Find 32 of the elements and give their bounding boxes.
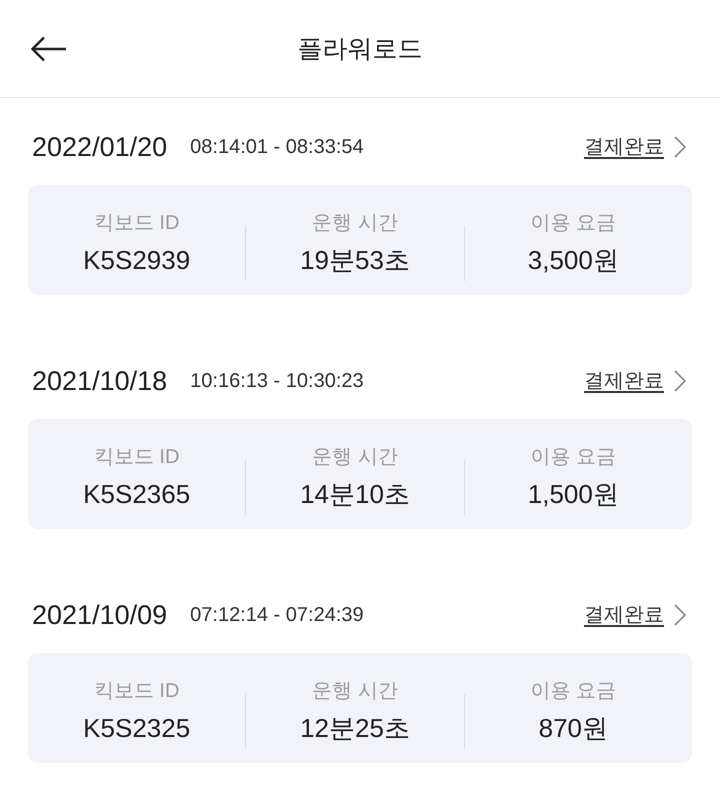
field-value: 870원: [538, 712, 608, 745]
page-title: 플라워로드: [298, 34, 422, 64]
field-label: 킥보드 ID: [94, 445, 180, 470]
field-value: 1,500원: [528, 478, 619, 511]
field-label: 이용 요금: [530, 679, 616, 704]
ride-date: 2021/10/18: [32, 365, 168, 398]
field-label: 이용 요금: [530, 211, 616, 236]
payment-status-link[interactable]: 결제완료: [584, 367, 686, 395]
field-value: 12분25초: [300, 712, 410, 745]
chevron-right-icon: [674, 370, 686, 392]
field-label: 운행 시간: [312, 211, 398, 236]
field-label: 운행 시간: [312, 445, 398, 470]
field-label: 운행 시간: [312, 679, 398, 704]
field-value: 3,500원: [528, 244, 619, 277]
field-value: 14분10초: [300, 478, 410, 511]
field-value: K5S2325: [83, 712, 190, 745]
payment-status-link[interactable]: 결제완료: [584, 133, 686, 161]
field-value: K5S2365: [83, 478, 190, 511]
field-label: 이용 요금: [530, 445, 616, 470]
field-label: 킥보드 ID: [94, 679, 180, 704]
chevron-right-icon: [674, 604, 686, 626]
field-label: 킥보드 ID: [94, 211, 180, 236]
ride-date: 2021/10/09: [32, 599, 168, 632]
chevron-right-icon: [674, 136, 686, 158]
ride-time-range: 07:12:14 - 07:24:39: [190, 603, 364, 628]
field-value: 19분53초: [300, 244, 410, 277]
payment-status-link[interactable]: 결제완료: [584, 601, 686, 629]
ride-time-range: 10:16:13 - 10:30:23: [190, 369, 364, 394]
back-arrow-icon: [31, 36, 67, 62]
field-value: K5S2939: [83, 244, 190, 277]
ride-date: 2022/01/20: [32, 131, 168, 164]
ride-time-range: 08:14:01 - 08:33:54: [190, 135, 364, 160]
